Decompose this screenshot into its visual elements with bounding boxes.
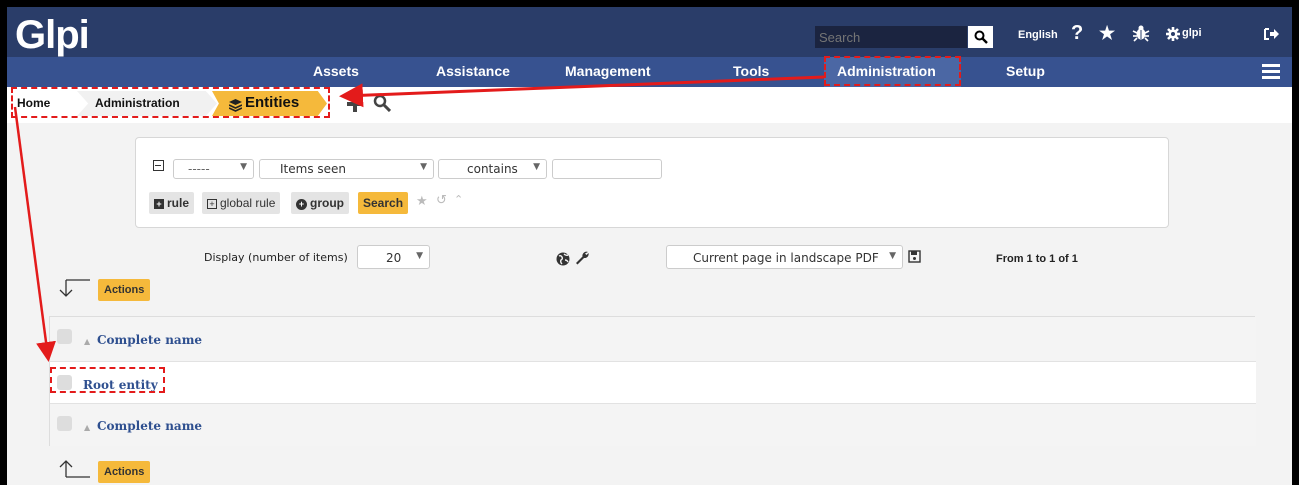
app-window: Glpi English ? ★ glpi Assets Assistance … xyxy=(7,7,1292,485)
annotation-arrows xyxy=(13,75,825,362)
